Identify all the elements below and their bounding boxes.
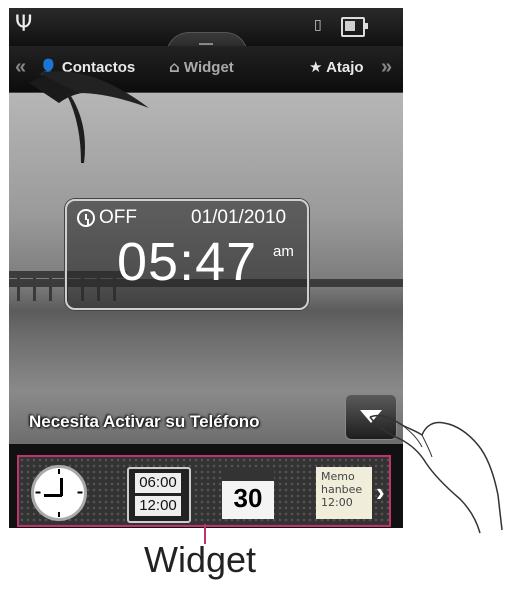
battery-level xyxy=(345,21,355,31)
chevron-right-icon[interactable]: » xyxy=(381,56,392,79)
widget-bar: 06:00 12:00 30 Memo hanbee 12:00 › xyxy=(9,444,403,528)
calendar-day: 30 xyxy=(233,483,263,513)
clock-ampm: am xyxy=(273,243,294,260)
digital-clock-top: 06:00 xyxy=(135,473,181,493)
clock-minute-hand xyxy=(44,494,62,497)
alarm-clock-icon xyxy=(77,209,95,227)
pier-post xyxy=(33,277,36,301)
calendar-header xyxy=(222,469,274,481)
home-icon: ⌂ xyxy=(169,58,180,76)
star-icon: ★ xyxy=(309,58,323,76)
pier-post xyxy=(17,277,20,301)
digital-clock-widget[interactable]: 06:00 12:00 xyxy=(127,467,191,523)
clock-time: 05:47 xyxy=(117,232,258,292)
palm-tree-decoration xyxy=(29,71,149,163)
pier-post xyxy=(49,277,52,301)
clock-tick xyxy=(77,491,83,494)
clock-widget[interactable]: OFF 01/01/2010 05:47 am xyxy=(65,199,309,310)
nav-item-atajo[interactable]: ★ Atajo xyxy=(309,58,364,76)
antenna-icon: Ψ xyxy=(15,12,33,37)
chevron-left-icon[interactable]: « xyxy=(15,56,26,79)
handle-grip-icon xyxy=(199,43,213,45)
alarm-status: OFF xyxy=(99,207,137,228)
analog-clock-widget[interactable] xyxy=(31,465,87,521)
status-bar: Ψ ▯ xyxy=(9,8,403,55)
activation-notice: Necesita Activar su Teléfono xyxy=(29,412,260,431)
clock-tick xyxy=(35,491,41,494)
clock-tick xyxy=(58,469,60,474)
calendar-widget[interactable]: 30 xyxy=(222,469,274,519)
pointing-hand-illustration xyxy=(369,414,503,534)
vibrate-icon: ▯ xyxy=(314,17,322,33)
digital-clock-bottom: 12:00 xyxy=(135,496,181,516)
widget-caption: Widget xyxy=(144,539,257,580)
phone-screen: Ψ ▯ « 👤 Contactos ⌂ Widget ★ Atajo » OFF… xyxy=(9,8,403,528)
clock-tick xyxy=(58,512,60,517)
clock-date: 01/01/2010 xyxy=(191,207,287,228)
nav-item-atajo-label: Atajo xyxy=(326,59,364,76)
nav-item-widget-label: Widget xyxy=(183,59,234,76)
widget-tray: 06:00 12:00 30 Memo hanbee 12:00 › xyxy=(17,455,391,527)
nav-item-widget[interactable]: ⌂ Widget xyxy=(169,58,234,76)
battery-icon xyxy=(341,17,368,37)
